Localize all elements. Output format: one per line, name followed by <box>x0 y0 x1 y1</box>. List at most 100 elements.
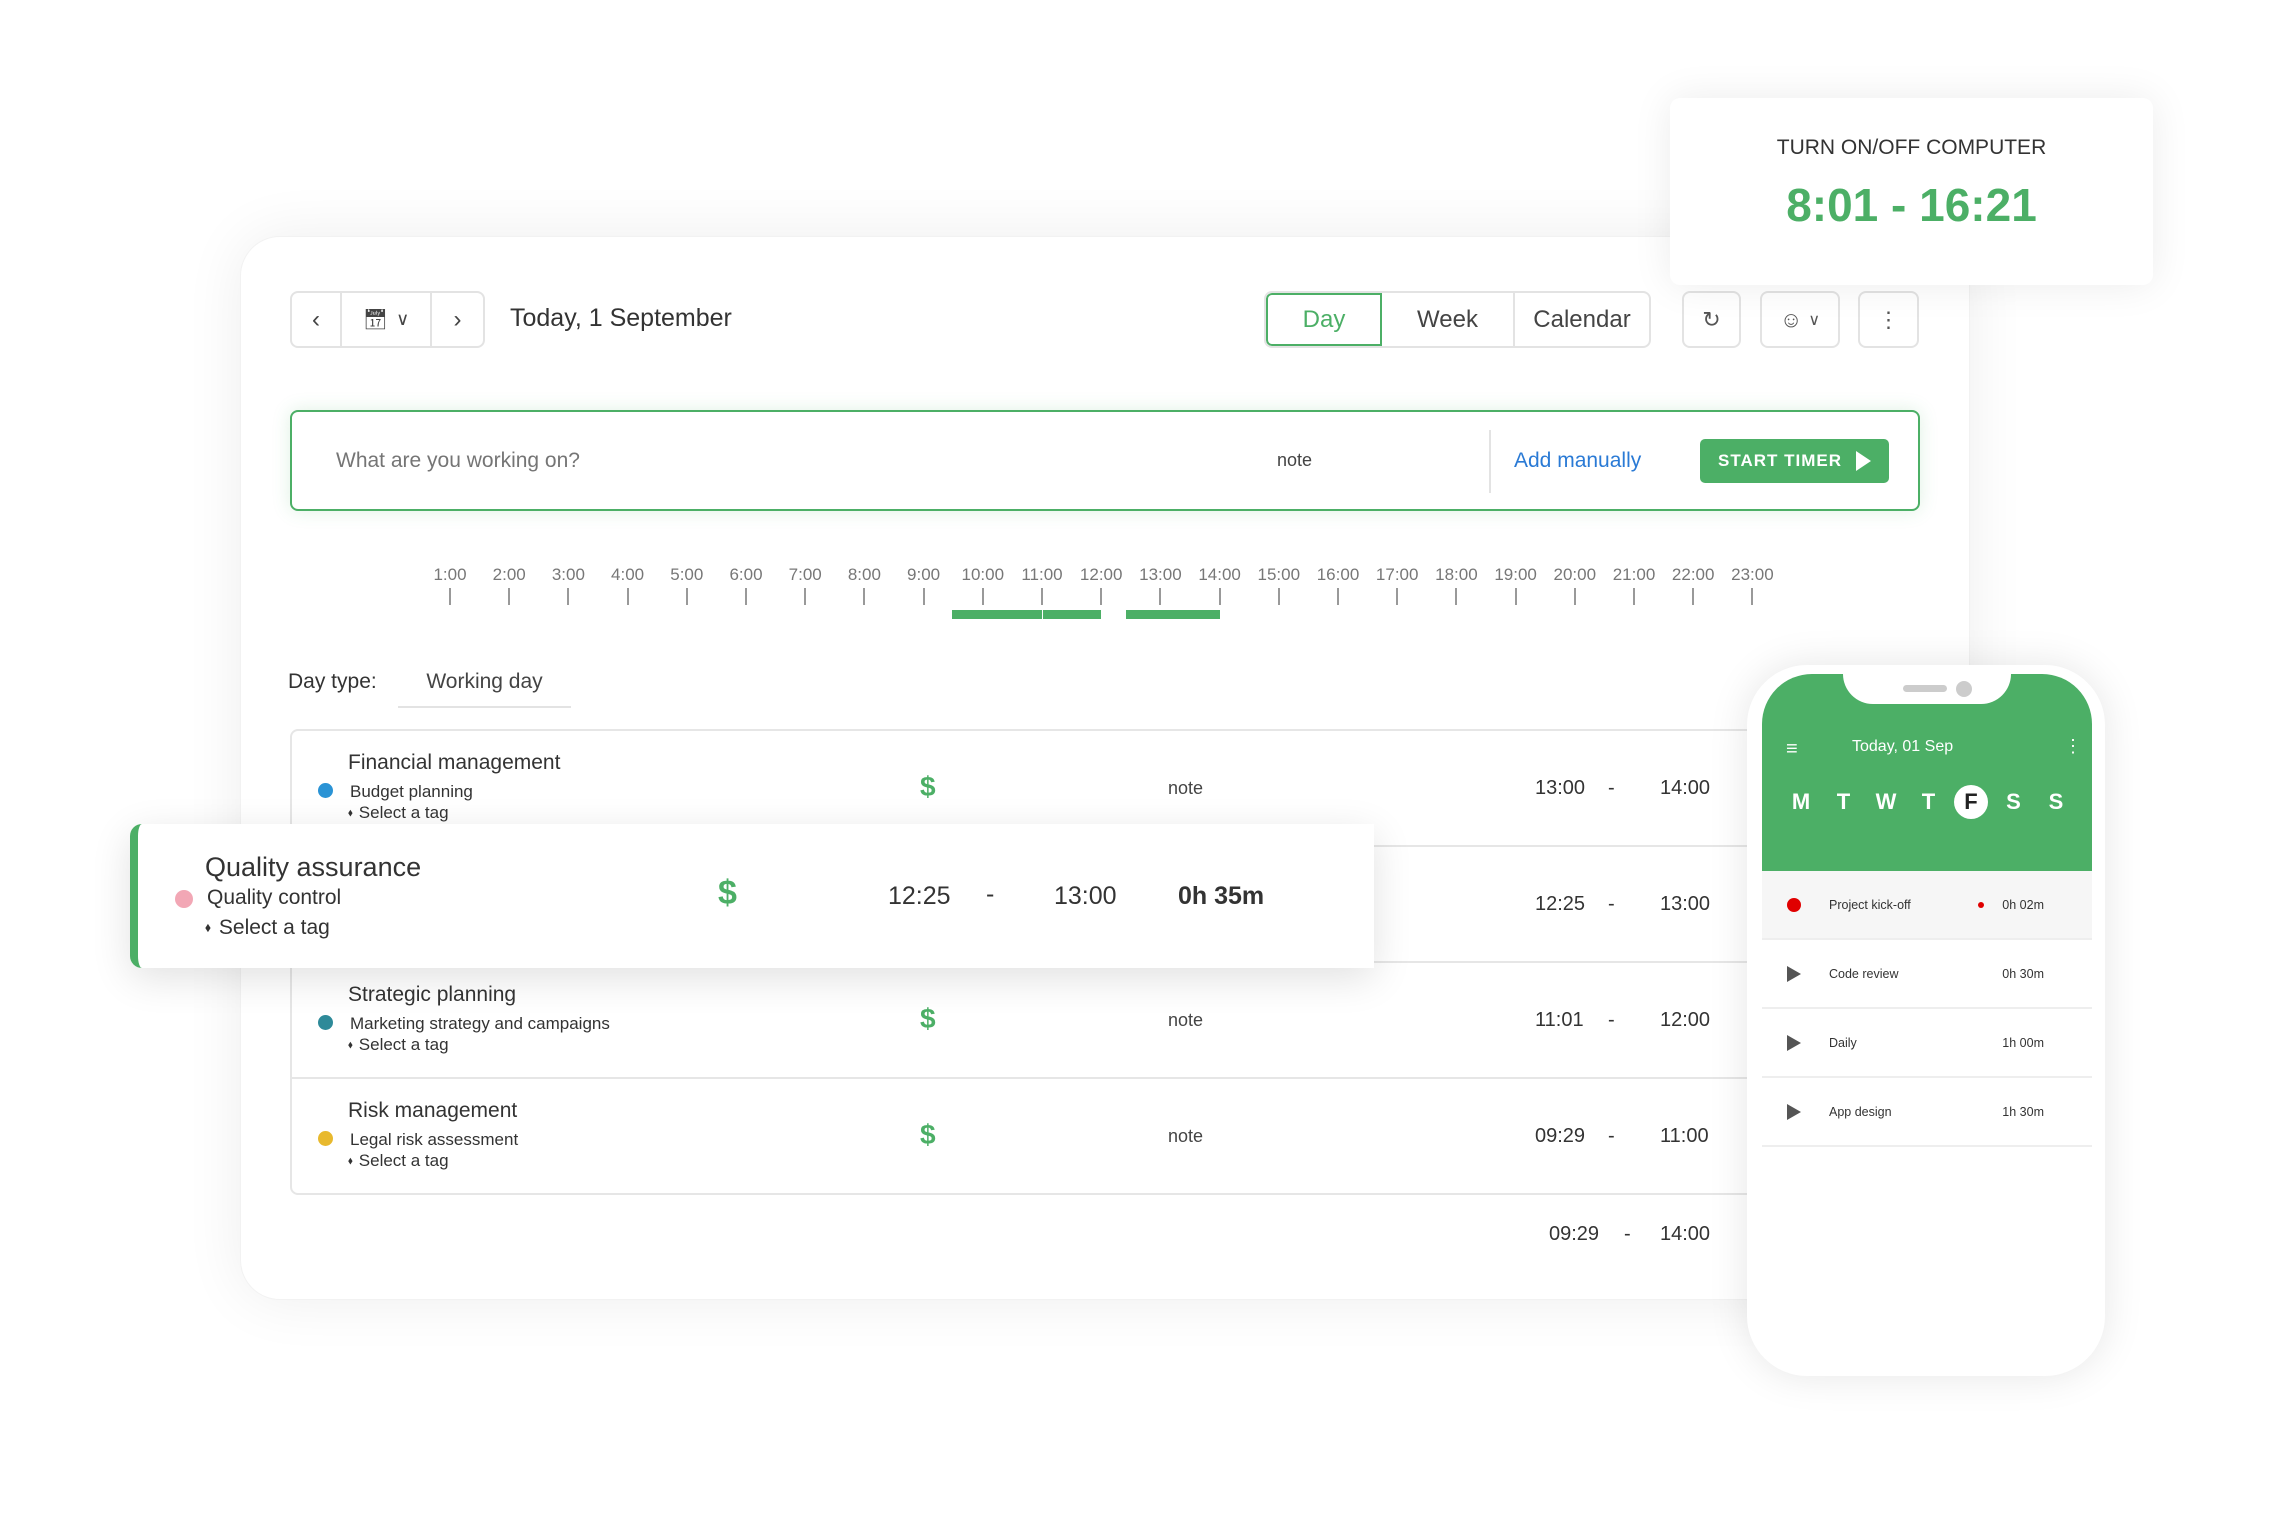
entry-end[interactable]: 14:00 <box>1660 777 1710 800</box>
entry-subtitle: Quality control <box>207 886 342 909</box>
timeline-tracked-segment[interactable] <box>1125 610 1220 619</box>
entry-end[interactable]: 11:00 <box>1660 1125 1709 1148</box>
entry-end[interactable]: 13:00 <box>1054 882 1117 911</box>
add-manually-link[interactable]: Add manually <box>1514 449 1641 473</box>
entry-separator: - <box>1608 1009 1615 1031</box>
start-timer-button[interactable]: START TIMER <box>1700 439 1889 483</box>
tab-calendar[interactable]: Calendar <box>1515 293 1649 346</box>
entry-title: Financial management <box>348 751 561 774</box>
timeline-hour-label: 2:00 <box>492 565 526 584</box>
timeline-hour-label: 22:00 <box>1671 565 1715 584</box>
timeline-hour-label: 6:00 <box>729 565 763 584</box>
task-input[interactable] <box>336 442 1116 480</box>
timeline-tick <box>1041 588 1043 605</box>
entry-note[interactable]: note <box>1168 778 1203 799</box>
timeline-tracked-segment[interactable] <box>1042 610 1102 619</box>
tag-selector[interactable]: ⬪ Select a tag <box>348 1035 449 1055</box>
tag-selector[interactable]: ⬪ Select a tag <box>205 916 330 940</box>
weekday-5[interactable]: S <box>1997 785 2031 819</box>
play-icon[interactable] <box>1787 966 1801 982</box>
timeline-hour-label: 11:00 <box>1021 565 1063 584</box>
computer-usage-card: TURN ON/OFF COMPUTER 8:01 - 16:21 <box>1670 98 2153 285</box>
entry-end[interactable]: 12:00 <box>1660 1009 1710 1032</box>
tab-day[interactable]: Day <box>1266 293 1382 346</box>
billable-icon[interactable]: $ <box>718 874 737 913</box>
timeline-hour-label: 5:00 <box>670 565 704 584</box>
recording-icon[interactable] <box>1787 898 1801 912</box>
timeline-hour-label: 23:00 <box>1731 565 1774 584</box>
mobile-more-icon[interactable]: ⋮ <box>2064 736 2082 757</box>
timeline-hour-label: 3:00 <box>551 565 585 584</box>
entry-separator: - <box>1608 1125 1615 1147</box>
play-icon[interactable] <box>1787 1104 1801 1120</box>
computer-usage-title: TURN ON/OFF COMPUTER <box>1776 136 2047 159</box>
timeline-tick <box>1277 588 1280 605</box>
table-row[interactable]: Risk management Legal risk assessment ⬪ S… <box>292 1079 1758 1195</box>
weekday-0[interactable]: M <box>1784 785 1818 819</box>
mobile-list-item[interactable]: App design 1h 30m <box>1762 1078 2092 1147</box>
highlighted-entry[interactable]: Quality assurance Quality control ⬪ Selec… <box>130 824 1374 968</box>
timeline-tick <box>626 588 629 605</box>
note-field[interactable]: note <box>1277 450 1312 471</box>
entry-start[interactable]: 12:25 <box>1535 893 1585 916</box>
calendar-icon: 📅︎ <box>362 309 389 331</box>
hamburger-menu-icon[interactable]: ≡ <box>1786 738 1798 761</box>
mobile-list-item[interactable]: Project kick-off 0h 02m <box>1762 871 2092 940</box>
tag-label: Select a tag <box>358 1151 449 1170</box>
entry-end[interactable]: 13:00 <box>1660 893 1710 916</box>
play-icon <box>1856 451 1871 471</box>
entry-start[interactable]: 12:25 <box>888 882 951 911</box>
billable-icon[interactable]: $ <box>920 1003 936 1035</box>
timeline-tick <box>1218 588 1221 605</box>
play-icon[interactable] <box>1787 1035 1801 1051</box>
entry-title: Risk management <box>348 1099 518 1122</box>
prev-day-button[interactable]: ‹ <box>292 293 342 346</box>
mobile-list-item[interactable]: Daily 1h 00m <box>1762 1009 2092 1078</box>
timeline-tick <box>1573 588 1576 605</box>
mobile-item-name: Project kick-off <box>1829 898 1911 912</box>
timeline-tick <box>685 588 688 605</box>
mobile-item-name: App design <box>1829 1105 1892 1119</box>
entry-start[interactable]: 13:00 <box>1535 777 1585 800</box>
mobile-app-mockup: ≡ Today, 01 Sep ⋮ MTWTFSS Project kick-o… <box>1747 665 2105 1376</box>
user-filter-button[interactable]: ☺ ∨ <box>1760 291 1840 348</box>
timeline-tick <box>449 588 451 605</box>
weekday-1[interactable]: T <box>1827 785 1861 819</box>
weekday-3[interactable]: T <box>1912 785 1946 819</box>
timeline-hour-label: 21:00 <box>1612 565 1656 584</box>
day-type-select[interactable]: Working day <box>398 670 571 708</box>
mobile-header: ≡ Today, 01 Sep ⋮ MTWTFSS <box>1762 674 2092 871</box>
entry-note[interactable]: note <box>1168 1010 1203 1031</box>
chevron-left-icon: ‹ <box>312 305 320 333</box>
tab-week[interactable]: Week <box>1382 293 1515 346</box>
timeline-tick <box>1455 588 1458 605</box>
refresh-icon: ↻ <box>1702 306 1721 332</box>
timeline-tracked-segment[interactable] <box>952 610 1042 619</box>
billable-icon[interactable]: $ <box>920 771 936 803</box>
timeline-tick <box>1633 588 1635 605</box>
tag-selector[interactable]: ⬪ Select a tag <box>348 1151 449 1171</box>
more-menu-button[interactable]: ⋮ <box>1858 291 1919 348</box>
mobile-list-item[interactable]: Code review 0h 30m <box>1762 940 2092 1009</box>
entry-note[interactable]: note <box>1168 1126 1203 1147</box>
timeline-hour-label: 20:00 <box>1553 565 1597 584</box>
tag-selector[interactable]: ⬪ Select a tag <box>348 803 449 823</box>
weekday-6[interactable]: S <box>2039 785 2073 819</box>
billable-icon[interactable]: $ <box>920 1119 936 1151</box>
weekday-4[interactable]: F <box>1954 785 1988 819</box>
project-color-dot <box>318 1131 333 1146</box>
timeline-hour-label: 8:00 <box>847 565 881 584</box>
entry-start[interactable]: 09:29 <box>1535 1125 1585 1148</box>
weekday-2[interactable]: W <box>1869 785 1903 819</box>
calendar-picker-button[interactable]: 📅︎ ∨ <box>342 293 432 346</box>
timeline-tick <box>1396 588 1399 605</box>
timeline-hour-label: 13:00 <box>1139 565 1182 584</box>
timeline-tick <box>745 588 747 605</box>
next-day-button[interactable]: › <box>432 293 483 346</box>
refresh-button[interactable]: ↻ <box>1682 291 1741 348</box>
timeline-tick <box>1692 588 1695 605</box>
chevron-down-icon: ∨ <box>1808 311 1821 329</box>
entry-start[interactable]: 11:01 <box>1535 1009 1584 1032</box>
total-start: 09:29 <box>1549 1223 1600 1245</box>
table-row[interactable]: Strategic planning Marketing strategy an… <box>292 963 1758 1079</box>
